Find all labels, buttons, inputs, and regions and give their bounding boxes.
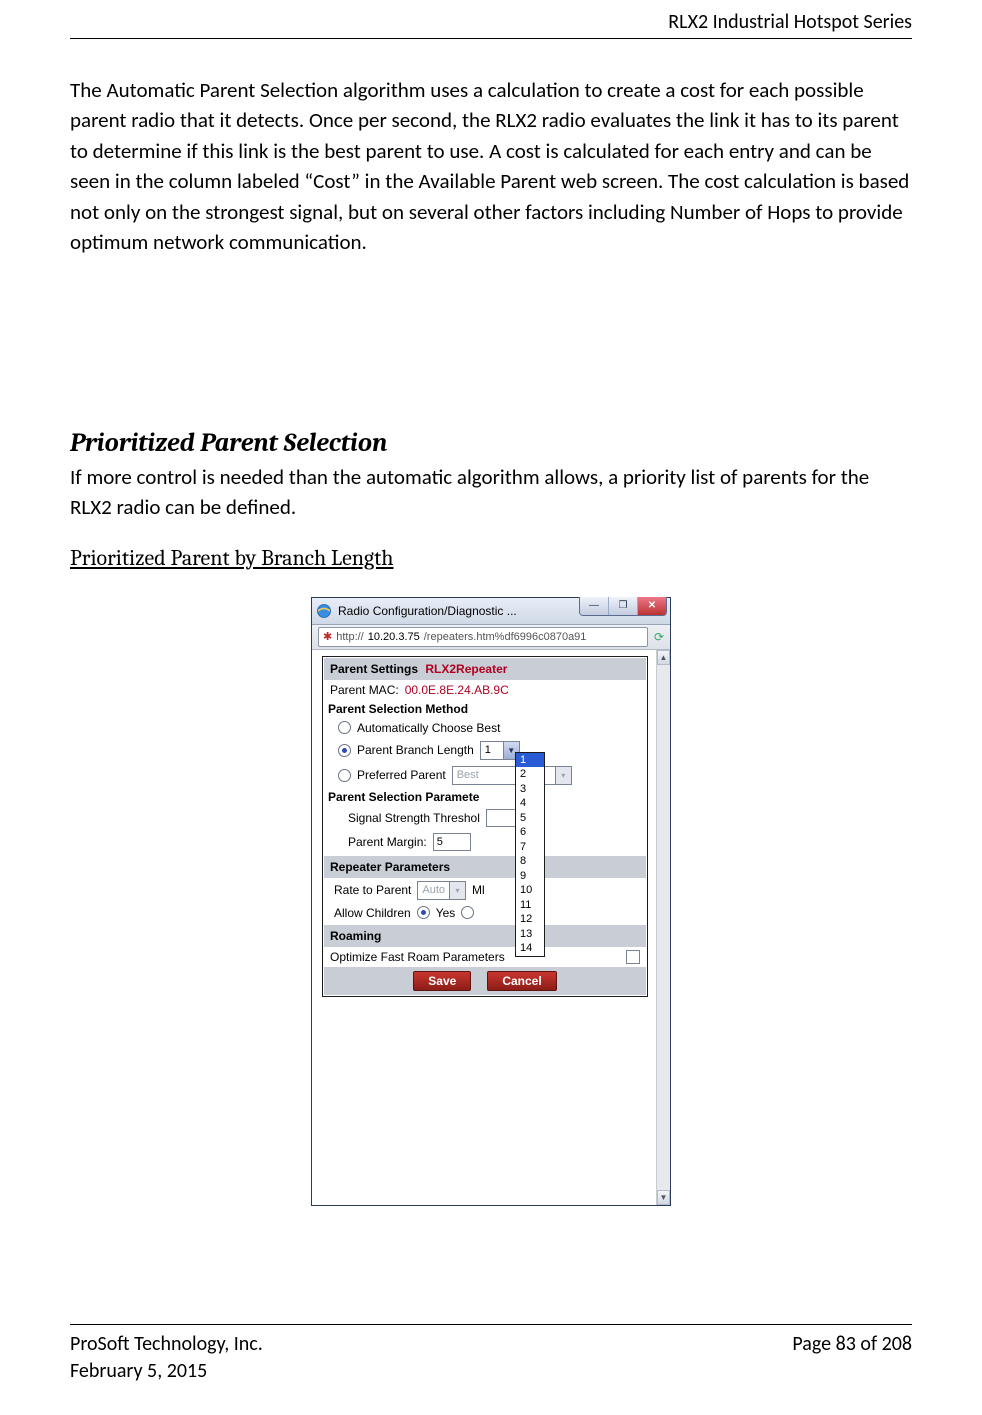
button-bar: Save Cancel [324, 967, 646, 995]
optimize-fast-roam-checkbox[interactable] [626, 950, 640, 964]
cancel-button[interactable]: Cancel [487, 971, 556, 991]
repeater-name: RLX2Repeater [425, 662, 507, 676]
dialog-window: Radio Configuration/Diagnostic ... — ❐ ✕… [311, 597, 671, 1206]
footer-company: ProSoft Technology, Inc. [70, 1331, 263, 1358]
window-title: Radio Configuration/Diagnostic ... [338, 604, 517, 618]
opt-preferred-label: Preferred Parent [357, 768, 446, 782]
dropdown-option[interactable]: 14 [516, 941, 544, 956]
opt-auto-label: Automatically Choose Best [357, 721, 500, 735]
dropdown-option[interactable]: 1 [516, 753, 544, 768]
radio-allow-yes[interactable] [417, 906, 430, 919]
paragraph-2: If more control is needed than the autom… [70, 462, 912, 523]
maximize-button[interactable]: ❐ [608, 597, 637, 615]
url-path: /repeaters.htm%df6996c0870a91 [424, 631, 587, 643]
page-footer: ProSoft Technology, Inc. Page 83 of 208 … [70, 1324, 912, 1385]
dropdown-option[interactable]: 6 [516, 825, 544, 840]
section-heading: Prioritized Parent Selection [70, 428, 912, 458]
rate-to-parent-label: Rate to Parent [334, 883, 411, 897]
branch-length-value: 1 [481, 744, 503, 756]
footer-date: February 5, 2015 [70, 1358, 912, 1385]
dialog-content: ▲ ▼ Parent Settings RLX2Repeater Parent … [312, 650, 670, 1205]
rate-value: Auto [418, 884, 449, 896]
radio-auto-best[interactable] [338, 721, 351, 734]
rate-to-parent-select[interactable]: Auto ▾ [417, 881, 466, 900]
branch-length-dropdown-list[interactable]: 1 2 3 4 5 6 7 8 9 10 11 12 13 14 [515, 752, 545, 957]
address-bar-row: ✱ http:// 10.20.3.75/repeaters.htm%df6996… [312, 625, 670, 650]
url-prefix: http:// [336, 631, 364, 643]
radio-allow-no[interactable] [461, 906, 474, 919]
selection-params-label: Parent Selection Paramete [324, 788, 646, 806]
paragraph-1: The Automatic Parent Selection algorithm… [70, 75, 912, 258]
parent-margin-label: Parent Margin: [348, 835, 427, 849]
preferred-parent-select[interactable]: Best ▾ [452, 766, 572, 785]
radio-branch-length[interactable] [338, 744, 351, 757]
parent-settings-label: Parent Settings [330, 662, 418, 676]
roaming-header: Roaming [324, 925, 646, 947]
repeater-params-header: Repeater Parameters [324, 856, 646, 878]
settings-panel: Parent Settings RLX2Repeater Parent MAC:… [322, 656, 648, 997]
dropdown-option[interactable]: 7 [516, 840, 544, 855]
dropdown-option[interactable]: 3 [516, 782, 544, 797]
signal-threshold-label: Signal Strength Threshol [348, 811, 480, 825]
url-host: 10.20.3.75 [368, 631, 420, 643]
minimize-button[interactable]: — [580, 597, 608, 615]
scrollbar[interactable]: ▲ ▼ [656, 650, 670, 1205]
window-titlebar[interactable]: Radio Configuration/Diagnostic ... — ❐ ✕ [312, 598, 670, 625]
dropdown-option[interactable]: 12 [516, 912, 544, 927]
yes-label: Yes [436, 906, 456, 920]
scroll-up-icon[interactable]: ▲ [657, 650, 670, 665]
page-header: RLX2 Industrial Hotspot Series [70, 10, 912, 39]
dropdown-option[interactable]: 11 [516, 898, 544, 913]
radio-preferred-parent[interactable] [338, 769, 351, 782]
footer-page: Page 83 of 208 [792, 1331, 912, 1358]
scroll-down-icon[interactable]: ▼ [657, 1190, 670, 1205]
parent-settings-header: Parent Settings RLX2Repeater [324, 658, 646, 680]
save-button[interactable]: Save [413, 971, 471, 991]
favicon-icon: ✱ [323, 630, 332, 643]
allow-children-label: Allow Children [334, 906, 411, 920]
dropdown-option[interactable]: 9 [516, 869, 544, 884]
branch-length-select[interactable]: 1 ▼ [480, 741, 520, 760]
parent-mac-label: Parent MAC: [330, 683, 399, 697]
dropdown-option[interactable]: 2 [516, 767, 544, 782]
close-button[interactable]: ✕ [637, 597, 666, 615]
refresh-icon[interactable]: ⟳ [654, 630, 664, 644]
opt-branch-label: Parent Branch Length [357, 743, 474, 757]
address-bar[interactable]: ✱ http:// 10.20.3.75/repeaters.htm%df6996… [318, 627, 648, 647]
dropdown-option[interactable]: 5 [516, 811, 544, 826]
optimize-fast-roam-label: Optimize Fast Roam Parameters [330, 950, 620, 964]
parent-mac-value: 00.0E.8E.24.AB.9C [405, 683, 509, 697]
dropdown-option[interactable]: 4 [516, 796, 544, 811]
rate-unit: Ml [472, 883, 485, 897]
chevron-down-icon[interactable]: ▾ [555, 767, 571, 784]
chevron-down-icon[interactable]: ▾ [449, 882, 465, 899]
dropdown-option[interactable]: 10 [516, 883, 544, 898]
sub-heading: Prioritized Parent by Branch Length [70, 545, 912, 571]
ie-icon [316, 603, 332, 619]
parent-margin-input[interactable]: 5 [433, 833, 471, 851]
selection-method-label: Parent Selection Method [324, 700, 646, 718]
dropdown-option[interactable]: 8 [516, 854, 544, 869]
dropdown-option[interactable]: 13 [516, 927, 544, 942]
